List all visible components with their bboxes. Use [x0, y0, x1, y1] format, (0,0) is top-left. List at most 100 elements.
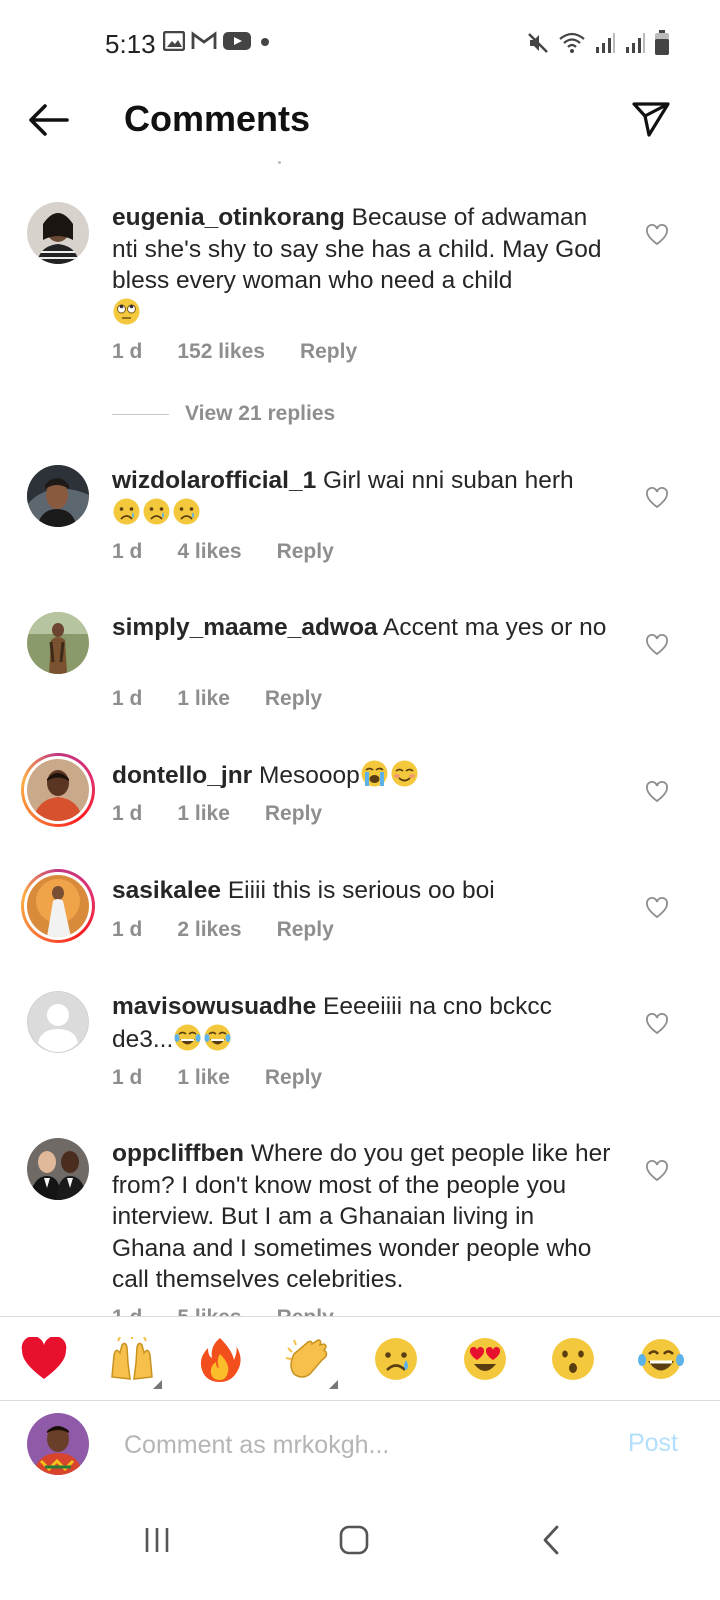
- comment-meta: 1 d 5 likes Reply: [112, 1306, 369, 1316]
- emoji-raised-hands-button[interactable]: [108, 1335, 162, 1389]
- comment-username[interactable]: mavisowusuadhe: [112, 993, 316, 1020]
- comment-likes[interactable]: 5 likes: [177, 1306, 241, 1316]
- avatar[interactable]: [27, 1138, 89, 1200]
- emoji-clapping-hands-button[interactable]: [284, 1335, 338, 1389]
- comment-input[interactable]: [124, 1423, 584, 1467]
- emoji-tears-of-joy-button[interactable]: [637, 1335, 685, 1383]
- back-button[interactable]: [24, 96, 74, 144]
- youtube-icon: [223, 32, 251, 50]
- emoji-crying-face-button[interactable]: [372, 1335, 420, 1383]
- comment-text: Girl wai nni suban herh: [323, 467, 574, 494]
- like-button[interactable]: [645, 897, 669, 919]
- comment-username[interactable]: sasikalee: [112, 877, 221, 904]
- comment-body: oppcliffben Where do you get people like…: [112, 1138, 612, 1296]
- comment-likes[interactable]: 1 like: [177, 802, 230, 826]
- heart-eyes-icon: [464, 1338, 506, 1380]
- comment-text: Eiiii this is serious oo boi: [227, 877, 495, 904]
- comment-likes[interactable]: 1 like: [177, 1066, 230, 1090]
- send-icon: [632, 102, 670, 137]
- home-button[interactable]: [324, 1510, 384, 1570]
- avatar: [27, 875, 89, 937]
- view-replies-button[interactable]: View 21 replies: [112, 402, 335, 426]
- comment-username[interactable]: oppcliffben: [112, 1140, 244, 1167]
- crying-face-icon: [375, 1338, 417, 1380]
- comment-time: 1 d: [112, 540, 143, 563]
- avatar[interactable]: [27, 202, 89, 264]
- post-button[interactable]: Post: [628, 1429, 678, 1458]
- dot-icon: [261, 38, 269, 46]
- story-ring[interactable]: [21, 869, 95, 943]
- eye-roll-emoji: [112, 297, 141, 326]
- comment-username[interactable]: dontello_jnr: [112, 762, 252, 789]
- like-button[interactable]: [645, 634, 669, 656]
- scroll-indicator: [278, 161, 281, 164]
- nav-back-button[interactable]: [521, 1510, 581, 1570]
- signal-icon: [626, 33, 645, 53]
- like-button[interactable]: [645, 1160, 669, 1182]
- comment-meta: 1 d 152 likes Reply: [112, 340, 392, 364]
- comment-body: simply_maame_adwoa Accent ma yes or no: [112, 612, 612, 644]
- heart-outline-icon: [646, 1160, 668, 1182]
- recent-apps-icon: [145, 1528, 169, 1552]
- avatar[interactable]: [27, 991, 89, 1053]
- emoji-surprised-button[interactable]: [549, 1335, 597, 1383]
- share-button[interactable]: [626, 94, 676, 144]
- avatar[interactable]: [27, 612, 89, 674]
- comment-likes[interactable]: 1 like: [177, 687, 230, 711]
- tears-of-joy-emoji: [203, 1023, 232, 1052]
- reply-button[interactable]: Reply: [265, 1066, 322, 1090]
- comment-likes[interactable]: 152 likes: [177, 340, 265, 364]
- like-button[interactable]: [645, 487, 669, 509]
- smiling-blush-emoji: [390, 759, 419, 788]
- comment-body: dontello_jnr Mesooop: [112, 759, 612, 792]
- comment-username[interactable]: wizdolarofficial_1: [112, 467, 316, 494]
- battery-icon: [655, 30, 669, 55]
- comment-meta: 1 d 1 like Reply: [112, 802, 357, 826]
- reply-button[interactable]: Reply: [265, 802, 322, 826]
- avatar[interactable]: [27, 465, 89, 527]
- view-replies-label: View 21 replies: [185, 402, 336, 425]
- red-heart-icon: [21, 1337, 67, 1379]
- default-avatar-icon: [27, 991, 89, 1053]
- like-button[interactable]: [645, 1013, 669, 1035]
- comment-body: mavisowusuadhe Eeeeiiii na cno bckcc de3…: [112, 991, 612, 1055]
- emoji-red-heart-button[interactable]: [20, 1335, 68, 1383]
- comment-username[interactable]: eugenia_otinkorang: [112, 204, 345, 231]
- gallery-icon: [163, 31, 185, 51]
- heart-outline-icon: [646, 634, 668, 656]
- comments-list[interactable]: eugenia_otinkorang Because of adwaman nt…: [0, 158, 720, 1316]
- heart-outline-icon: [646, 781, 668, 803]
- reply-button[interactable]: Reply: [265, 687, 322, 711]
- comment-likes[interactable]: 2 likes: [177, 918, 241, 942]
- like-button[interactable]: [645, 781, 669, 803]
- reply-button[interactable]: Reply: [277, 1306, 334, 1316]
- reply-button[interactable]: Reply: [277, 540, 334, 564]
- comment-likes[interactable]: 4 likes: [177, 540, 241, 564]
- loudly-crying-emoji: [360, 759, 389, 788]
- tears-of-joy-icon: [638, 1339, 684, 1379]
- crying-face-emoji: [142, 497, 171, 526]
- system-icons: [526, 30, 670, 56]
- divider: [112, 413, 169, 415]
- reply-button[interactable]: Reply: [300, 340, 357, 364]
- emoji-fire-button[interactable]: [196, 1335, 244, 1383]
- reply-button[interactable]: Reply: [277, 918, 334, 942]
- comment-meta: 1 d 1 like Reply: [112, 1066, 357, 1090]
- tears-of-joy-emoji: [173, 1023, 202, 1052]
- crying-face-emoji: [112, 497, 141, 526]
- recent-apps-button[interactable]: [127, 1510, 187, 1570]
- header: Comments: [0, 88, 720, 158]
- story-ring[interactable]: [21, 753, 95, 827]
- like-button[interactable]: [645, 224, 669, 246]
- clapping-hands-icon: [285, 1339, 328, 1378]
- comment-meta: 1 d 2 likes Reply: [112, 918, 369, 942]
- notification-icons: [163, 31, 273, 51]
- emoji-heart-eyes-button[interactable]: [461, 1335, 509, 1383]
- comment-time: 1 d: [112, 1306, 142, 1316]
- raised-hands-icon: [111, 1337, 153, 1380]
- comment-body: sasikalee Eiiii this is serious oo boi: [112, 875, 612, 907]
- comment-body: wizdolarofficial_1 Girl wai nni suban he…: [112, 465, 612, 529]
- gmail-icon: [191, 31, 217, 49]
- page-title: Comments: [124, 98, 311, 139]
- comment-username[interactable]: simply_maame_adwoa: [112, 614, 378, 641]
